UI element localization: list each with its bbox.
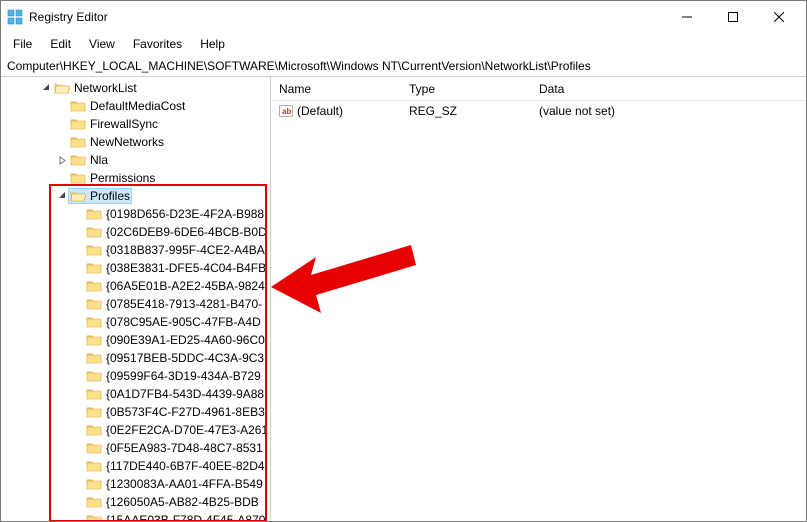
tree-label: {078C95AE-905C-47FB-A4D xyxy=(106,315,261,329)
tree-label: DefaultMediaCost xyxy=(90,99,185,113)
column-header-data[interactable]: Data xyxy=(531,82,806,96)
maximize-button[interactable] xyxy=(710,1,756,33)
tree-label: {126050A5-AB82-4B25-BDB xyxy=(106,495,259,509)
value-type: REG_SZ xyxy=(409,104,457,118)
window-controls xyxy=(664,1,802,33)
menu-help[interactable]: Help xyxy=(192,35,233,53)
tree-node[interactable]: NewNetworks xyxy=(1,133,270,151)
tree-node[interactable]: {117DE440-6B7F-40EE-82D4 xyxy=(1,457,270,475)
tree-node[interactable]: {0A1D7FB4-543D-4439-9A88 xyxy=(1,385,270,403)
tree-node[interactable]: {15AAE03B-F78D-4F45-A870 xyxy=(1,511,270,521)
content: NetworkList DefaultMediaCost FirewallSync N… xyxy=(1,77,806,521)
tree-label: Profiles xyxy=(90,189,130,203)
string-value-icon: ab xyxy=(279,104,293,118)
address-bar[interactable]: Computer\HKEY_LOCAL_MACHINE\SOFTWARE\Mic… xyxy=(1,55,806,77)
tree-node[interactable]: DefaultMediaCost xyxy=(1,97,270,115)
tree-node[interactable]: {0785E418-7913-4281-B470- xyxy=(1,295,270,313)
tree-node[interactable]: Permissions xyxy=(1,169,270,187)
minimize-button[interactable] xyxy=(664,1,710,33)
svg-text:ab: ab xyxy=(282,107,291,116)
tree-node[interactable]: {0318B837-995F-4CE2-A4BA xyxy=(1,241,270,259)
tree-label: {1230083A-AA01-4FFA-B549 xyxy=(106,477,263,491)
menu-view[interactable]: View xyxy=(81,35,123,53)
column-header-name[interactable]: Name xyxy=(271,82,401,96)
menu-file[interactable]: File xyxy=(5,35,40,53)
tree-node[interactable]: FirewallSync xyxy=(1,115,270,133)
registry-icon xyxy=(7,9,23,25)
tree-label: {15AAE03B-F78D-4F45-A870 xyxy=(106,513,265,521)
chevron-right-icon[interactable] xyxy=(55,153,69,167)
value-data: (value not set) xyxy=(539,104,615,118)
tree-node[interactable]: {1230083A-AA01-4FFA-B549 xyxy=(1,475,270,493)
menu-edit[interactable]: Edit xyxy=(42,35,79,53)
chevron-down-icon[interactable] xyxy=(55,189,69,203)
window-title: Registry Editor xyxy=(29,10,664,24)
tree-node[interactable]: {0E2FE2CA-D70E-47E3-A261 xyxy=(1,421,270,439)
tree-label: {0F5EA983-7D48-48C7-8531 xyxy=(106,441,263,455)
column-header-type[interactable]: Type xyxy=(401,82,531,96)
tree-label: {117DE440-6B7F-40EE-82D4 xyxy=(106,459,265,473)
tree-label: {09599F64-3D19-434A-B729 xyxy=(106,369,261,383)
tree-label: Nla xyxy=(90,153,108,167)
address-text: Computer\HKEY_LOCAL_MACHINE\SOFTWARE\Mic… xyxy=(7,59,591,73)
tree-node[interactable]: {09517BEB-5DDC-4C3A-9C3 xyxy=(1,349,270,367)
tree-label: {0E2FE2CA-D70E-47E3-A261 xyxy=(106,423,268,437)
close-button[interactable] xyxy=(756,1,802,33)
tree-label: {0B573F4C-F27D-4961-8EB3 xyxy=(106,405,265,419)
tree-label: {06A5E01B-A2E2-45BA-9824 xyxy=(106,279,265,293)
titlebar: Registry Editor xyxy=(1,1,806,33)
tree-label: NewNetworks xyxy=(90,135,164,149)
tree-node-networklist[interactable]: NetworkList xyxy=(1,79,270,97)
tree-label: NetworkList xyxy=(74,81,137,95)
tree-node[interactable]: {06A5E01B-A2E2-45BA-9824 xyxy=(1,277,270,295)
value-name: (Default) xyxy=(297,104,343,118)
menubar: File Edit View Favorites Help xyxy=(1,33,806,55)
list-row[interactable]: ab (Default) REG_SZ (value not set) xyxy=(271,101,806,121)
tree-label: Permissions xyxy=(90,171,155,185)
tree-label: {0A1D7FB4-543D-4439-9A88 xyxy=(106,387,264,401)
tree-label: {090E39A1-ED25-4A60-96C0 xyxy=(106,333,265,347)
tree-node[interactable]: {078C95AE-905C-47FB-A4D xyxy=(1,313,270,331)
tree-label: {0318B837-995F-4CE2-A4BA xyxy=(106,243,265,257)
tree-label: {0198D656-D23E-4F2A-B988 xyxy=(106,207,264,221)
tree-node[interactable]: {0F5EA983-7D48-48C7-8531 xyxy=(1,439,270,457)
tree-node[interactable]: {126050A5-AB82-4B25-BDB xyxy=(1,493,270,511)
tree-node[interactable]: {09599F64-3D19-434A-B729 xyxy=(1,367,270,385)
tree-label: {0785E418-7913-4281-B470- xyxy=(106,297,262,311)
list-pane[interactable]: Name Type Data ab (Default) REG_SZ (value n… xyxy=(271,77,806,521)
tree-label: FirewallSync xyxy=(90,117,158,131)
tree-node-profiles[interactable]: Profiles xyxy=(1,187,270,205)
tree-node[interactable]: {0198D656-D23E-4F2A-B988 xyxy=(1,205,270,223)
chevron-down-icon[interactable] xyxy=(39,81,53,95)
menu-favorites[interactable]: Favorites xyxy=(125,35,190,53)
registry-editor-window: Registry Editor File Edit View Favorites… xyxy=(0,0,807,522)
tree-node[interactable]: {038E3831-DFE5-4C04-B4FB xyxy=(1,259,270,277)
tree-node[interactable]: Nla xyxy=(1,151,270,169)
tree-node[interactable]: {0B573F4C-F27D-4961-8EB3 xyxy=(1,403,270,421)
tree-node[interactable]: {090E39A1-ED25-4A60-96C0 xyxy=(1,331,270,349)
tree-node[interactable]: {02C6DEB9-6DE6-4BCB-B0D xyxy=(1,223,270,241)
tree-label: {09517BEB-5DDC-4C3A-9C3 xyxy=(106,351,264,365)
tree-pane[interactable]: NetworkList DefaultMediaCost FirewallSync N… xyxy=(1,77,271,521)
tree-label: {038E3831-DFE5-4C04-B4FB xyxy=(106,261,266,275)
tree-label: {02C6DEB9-6DE6-4BCB-B0D xyxy=(106,225,267,239)
list-header: Name Type Data xyxy=(271,77,806,101)
